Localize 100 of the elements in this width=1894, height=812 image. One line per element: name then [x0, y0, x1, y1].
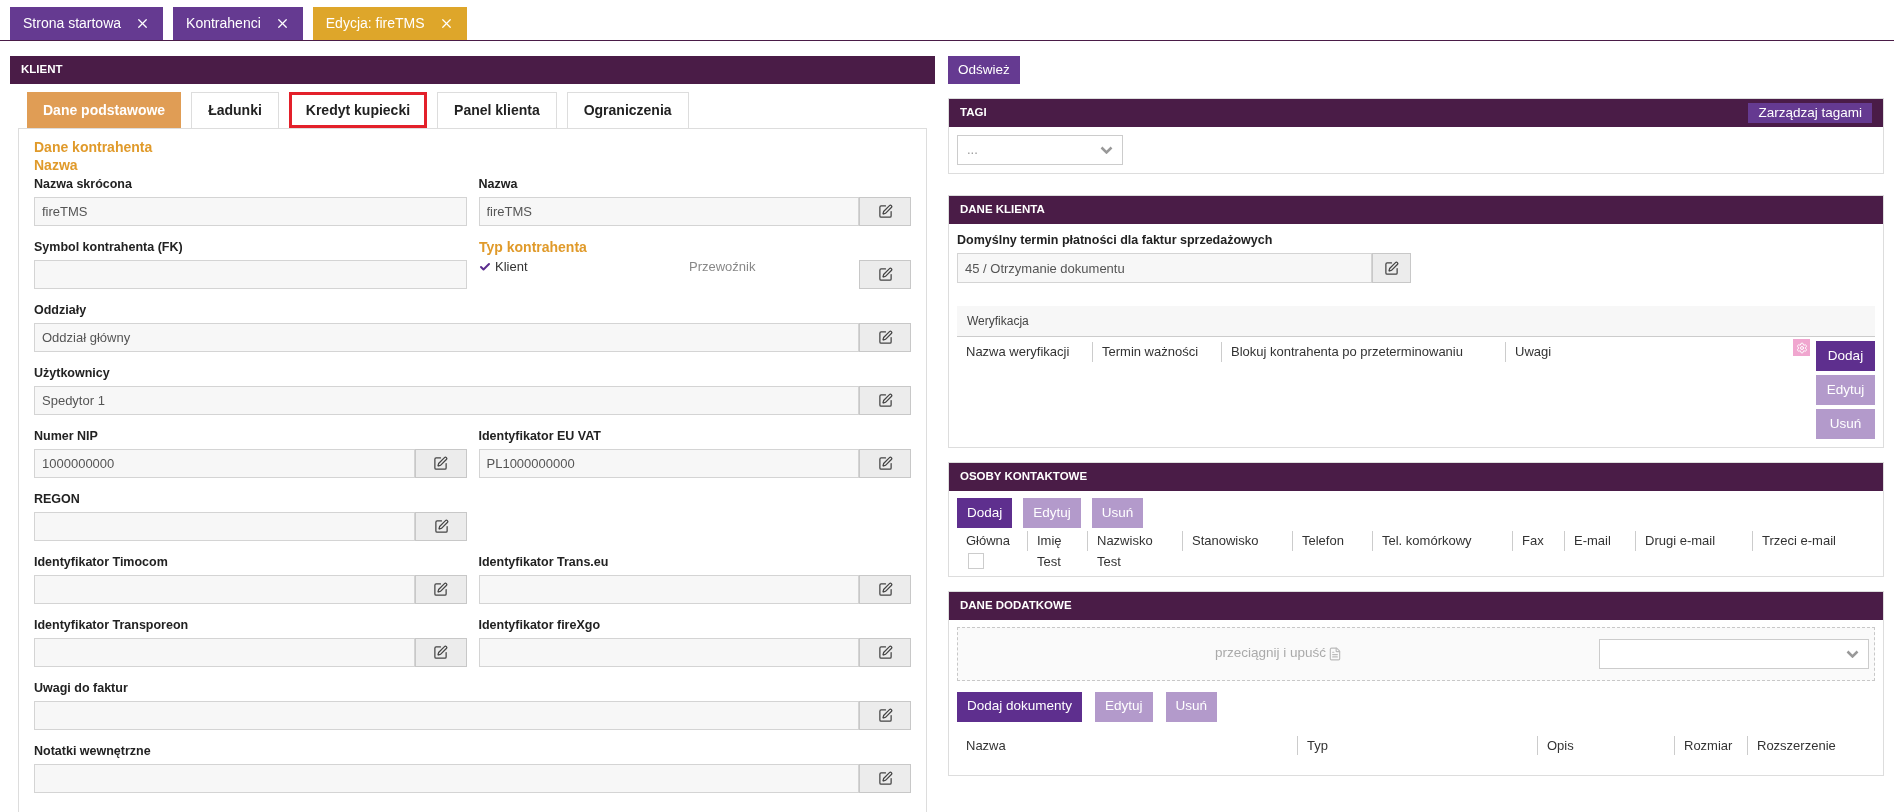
- field-label: Oddziały: [34, 302, 88, 319]
- form-tab[interactable]: Panel klienta: [437, 92, 557, 128]
- edit-icon: [877, 267, 893, 282]
- edit-icon: [877, 645, 893, 660]
- text-field[interactable]: [34, 701, 859, 730]
- text-field[interactable]: fireTMS: [478, 197, 859, 226]
- field-label: Identyfikator Transporeon: [34, 617, 190, 634]
- action-button[interactable]: Dodaj dokumenty: [957, 691, 1083, 722]
- manage-tags-button[interactable]: Zarządzaj tagami: [1748, 103, 1872, 123]
- edit-button[interactable]: [414, 449, 467, 478]
- check-icon: [479, 260, 491, 273]
- text-field[interactable]: PL1000000000: [478, 449, 859, 478]
- field-label: Identyfikator Timocom: [34, 554, 169, 571]
- column-header: Stanowisko: [1182, 531, 1292, 551]
- chevron-down-icon: [1100, 146, 1113, 154]
- action-button[interactable]: Dodaj: [957, 498, 1013, 528]
- column-header: Telefon: [1292, 531, 1372, 551]
- edit-button[interactable]: [859, 323, 911, 352]
- field-label: Użytkownicy: [34, 365, 111, 382]
- edit-button[interactable]: [859, 638, 911, 667]
- form-tab[interactable]: Ograniczenia: [566, 92, 689, 128]
- edit-icon: [877, 771, 893, 786]
- edit-icon: [433, 519, 449, 534]
- edit-button[interactable]: [859, 764, 911, 793]
- section-title: TAGI: [960, 105, 987, 121]
- edit-icon: [877, 393, 893, 408]
- field-label: Typ kontrahenta: [479, 238, 588, 256]
- text-field[interactable]: [478, 575, 859, 604]
- edit-button[interactable]: [859, 260, 911, 289]
- drop-zone-text: przeciągnij i upuść: [1214, 644, 1327, 663]
- column-header: Drugi e-mail: [1635, 531, 1752, 551]
- tab-label: Kontrahenci: [186, 14, 261, 33]
- edit-icon: [877, 330, 893, 345]
- edit-button[interactable]: [414, 638, 467, 667]
- edit-button[interactable]: [415, 512, 467, 541]
- section-title: DANE KLIENTA: [960, 202, 1045, 218]
- table-cell: Test: [1097, 553, 1121, 569]
- edit-icon: [1384, 260, 1399, 276]
- field-label: Symbol kontrahenta (FK): [34, 239, 184, 256]
- action-button[interactable]: Dodaj: [1816, 341, 1875, 371]
- field-label: Numer NIP: [34, 428, 99, 445]
- edit-button[interactable]: [1372, 253, 1411, 283]
- subsection-heading: Nazwa: [34, 156, 79, 174]
- field-label: Identyfikator fireXgo: [478, 617, 602, 634]
- text-field[interactable]: Oddział główny: [34, 323, 859, 352]
- text-field[interactable]: 45 / Otrzymanie dokumentu: [957, 253, 1372, 283]
- type-option[interactable]: Przewoźnik: [669, 257, 859, 277]
- column-header: Imię: [1027, 531, 1087, 551]
- column-header: Termin ważności: [1092, 342, 1221, 362]
- edit-button[interactable]: [859, 197, 911, 226]
- text-field[interactable]: [34, 764, 859, 793]
- form-tab[interactable]: Kredyt kupiecki: [288, 92, 428, 128]
- text-field[interactable]: fireTMS: [34, 197, 467, 226]
- column-header: Typ: [1297, 735, 1537, 755]
- text-field[interactable]: [34, 512, 415, 541]
- field-label: Notatki wewnętrzne: [34, 743, 152, 760]
- edit-icon: [877, 582, 893, 597]
- text-field[interactable]: [34, 260, 467, 289]
- table-cell: Test: [1037, 553, 1061, 569]
- checkbox[interactable]: [968, 552, 984, 569]
- field-label: Nazwa skrócona: [34, 176, 133, 193]
- edit-icon: [877, 708, 893, 723]
- field-label: Identyfikator EU VAT: [478, 428, 602, 445]
- refresh-button[interactable]: Odśwież: [948, 56, 1020, 84]
- type-option[interactable]: Klient: [479, 257, 669, 277]
- field-label: Uwagi do faktur: [34, 680, 129, 697]
- edit-button[interactable]: [414, 575, 467, 604]
- page-tab[interactable]: Kontrahenci: [173, 7, 303, 40]
- edit-icon: [877, 456, 893, 471]
- column-header: Opis: [1537, 735, 1674, 755]
- chevron-down-icon: [1846, 649, 1859, 658]
- edit-button[interactable]: [859, 449, 911, 478]
- column-header: Nazwa: [965, 736, 1007, 755]
- text-field[interactable]: [34, 575, 415, 604]
- edit-button[interactable]: [859, 701, 911, 730]
- text-field[interactable]: [34, 638, 415, 667]
- field-label: REGON: [34, 491, 81, 508]
- field-label: Identyfikator Trans.eu: [478, 554, 610, 571]
- page-tab[interactable]: Strona startowa: [10, 7, 164, 40]
- edit-icon: [877, 204, 893, 219]
- column-header: Trzeci e-mail: [1752, 531, 1862, 551]
- field-label: Nazwa: [478, 176, 519, 193]
- edit-button[interactable]: [859, 386, 911, 415]
- text-field[interactable]: 1000000000: [34, 449, 415, 478]
- edit-button[interactable]: [859, 575, 911, 604]
- tab-label: Strona startowa: [23, 14, 122, 33]
- text-field[interactable]: Spedytor 1: [34, 386, 859, 415]
- column-header: Fax: [1512, 531, 1564, 551]
- column-header: Rozszerzenie: [1747, 735, 1867, 755]
- form-tab[interactable]: Ładunki: [191, 92, 279, 128]
- section-title: DANE DODATKOWE: [960, 597, 1072, 613]
- field-label: Domyślny termin płatności dla faktur sprzedażowych: [957, 232, 1274, 249]
- column-header: E-mail: [1564, 531, 1635, 551]
- column-header: Nazwisko: [1087, 531, 1182, 551]
- section-heading: Dane kontrahenta: [34, 138, 154, 156]
- text-field[interactable]: [478, 638, 859, 667]
- edit-icon: [433, 582, 448, 597]
- section-title: KLIENT: [21, 62, 63, 78]
- column-header: Uwagi: [1505, 342, 1625, 362]
- tab-label: Edycja: fireTMS: [325, 14, 425, 33]
